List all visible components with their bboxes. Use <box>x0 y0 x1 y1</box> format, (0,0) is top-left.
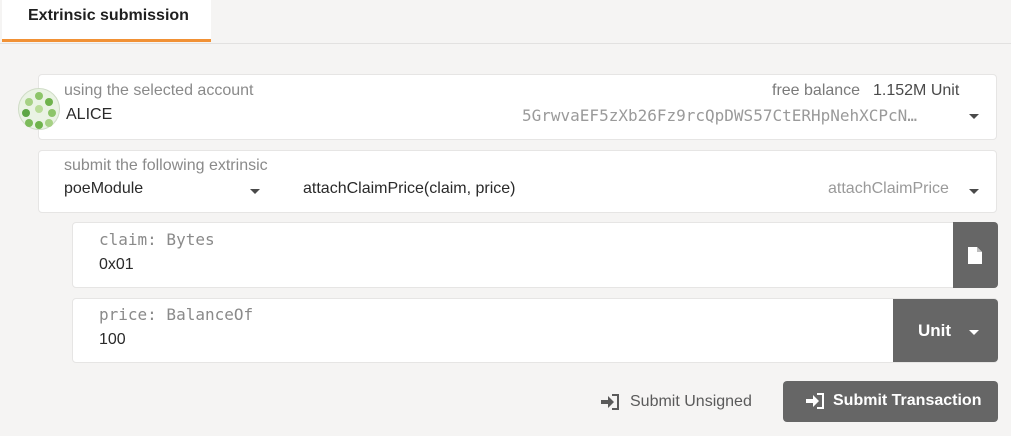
chevron-down-icon <box>250 189 260 194</box>
claim-param-value: 0x01 <box>99 256 134 273</box>
submit-unsigned-button[interactable]: Submit Unsigned <box>595 383 765 421</box>
unit-label: Unit <box>918 321 952 340</box>
module-dropdown[interactable]: poeModule <box>60 176 270 204</box>
file-icon <box>968 247 982 264</box>
account-address: 5GrwvaEF5zXb26Fz9rcQpDWS57CtERHpNehXCPcN… <box>522 106 917 125</box>
call-dropdown[interactable]: attachClaimPrice(claim, price) attachCla… <box>296 176 986 204</box>
tab-bar: Extrinsic submission <box>0 0 1011 44</box>
unit-dropdown[interactable]: Unit <box>893 299 998 362</box>
balance-label: free balance <box>772 82 861 99</box>
call-name: attachClaimPrice <box>828 180 949 197</box>
claim-param-label: claim: Bytes <box>99 230 215 249</box>
price-param-value: 100 <box>99 331 126 348</box>
chevron-down-icon[interactable] <box>969 114 979 119</box>
submit-transaction-button[interactable]: Submit Transaction <box>783 381 998 422</box>
submit-unsigned-label: Submit Unsigned <box>630 393 752 410</box>
sign-in-icon <box>601 394 619 410</box>
submit-transaction-label: Submit Transaction <box>833 392 982 409</box>
tab-extrinsic-submission[interactable]: Extrinsic submission <box>2 0 211 42</box>
file-upload-button[interactable] <box>953 222 998 288</box>
sign-in-icon <box>806 393 824 409</box>
account-label: using the selected account <box>64 82 254 99</box>
chevron-down-icon <box>969 330 979 335</box>
module-value: poeModule <box>64 180 144 197</box>
account-identicon-icon <box>18 88 60 130</box>
call-signature: attachClaimPrice(claim, price) <box>303 180 516 197</box>
account-name: ALICE <box>66 106 113 123</box>
chevron-down-icon <box>969 189 979 194</box>
extrinsic-label: submit the following extrinsic <box>64 157 268 174</box>
price-param-label: price: BalanceOf <box>99 305 254 324</box>
balance-value: 1.152M Unit <box>873 82 960 99</box>
tab-label: Extrinsic submission <box>28 7 189 24</box>
